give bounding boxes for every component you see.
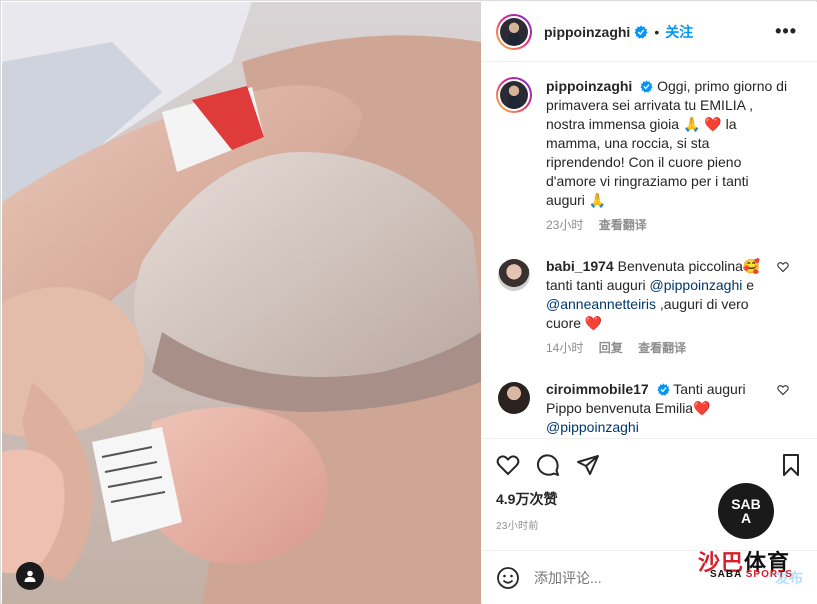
tagged-user-button[interactable]	[16, 562, 44, 590]
header-separator: •	[654, 23, 660, 40]
follow-button[interactable]: 关注	[665, 22, 693, 42]
verified-badge-icon	[656, 383, 670, 396]
comment-bubble-icon	[536, 454, 559, 476]
comment-item: babi_1974 Benvenuta piccolina🥰 tanti tan…	[496, 257, 803, 358]
post-photo[interactable]	[2, 2, 481, 604]
comment-time: 14小时	[546, 341, 584, 355]
caption-username[interactable]: pippoinzaghi	[546, 78, 632, 94]
caption-translate-link[interactable]: 查看翻译	[599, 218, 647, 232]
heart-icon	[496, 455, 520, 476]
user-icon	[24, 570, 36, 582]
verified-badge-icon	[640, 80, 653, 93]
caption-avatar[interactable]	[496, 77, 532, 113]
comment-translate-link[interactable]: 查看翻译	[638, 341, 686, 355]
comment-mention-link[interactable]: @pippoinzaghi	[650, 277, 743, 293]
verified-badge-icon	[634, 24, 648, 39]
commenter-avatar[interactable]	[498, 259, 530, 291]
caption: pippoinzaghi Oggi, primo giorno di prima…	[496, 77, 803, 235]
like-comment-heart-icon[interactable]	[777, 261, 789, 273]
like-comment-heart-icon[interactable]	[777, 384, 789, 396]
watermark-en-text: SABA SPORTS	[710, 569, 793, 580]
caption-time: 23小时	[546, 218, 584, 232]
author-avatar[interactable]	[496, 13, 532, 50]
comments-scroll-area[interactable]: pippoinzaghi Oggi, primo giorno di prima…	[482, 63, 817, 437]
comment-input[interactable]	[534, 569, 714, 586]
like-button[interactable]	[496, 453, 520, 477]
post-dialog: pippoinzaghi • 关注 ••• pippoinzaghi Oggi,…	[0, 0, 817, 604]
smiley-icon	[497, 566, 519, 589]
bookmark-icon	[783, 454, 799, 476]
reply-button[interactable]: 回复	[599, 341, 623, 355]
comment-username[interactable]: ciroimmobile17	[546, 381, 649, 397]
save-button[interactable]	[779, 453, 803, 477]
comment-text: e	[742, 277, 755, 293]
saba-sports-watermark: SABA 沙巴体育 SABA SPORTS	[696, 483, 806, 583]
saba-logo: SABA	[718, 483, 774, 539]
comment-mention-link[interactable]: @pippoinzaghi	[546, 419, 639, 435]
emoji-button[interactable]	[496, 566, 520, 590]
post-header: pippoinzaghi • 关注 •••	[482, 2, 817, 62]
author-username[interactable]: pippoinzaghi	[544, 24, 630, 40]
paper-plane-icon	[577, 455, 599, 475]
caption-text: Oggi, primo giorno di primavera sei arri…	[546, 78, 788, 208]
comment-button[interactable]	[536, 453, 560, 477]
comment-username[interactable]: babi_1974	[546, 258, 614, 274]
share-button[interactable]	[576, 453, 600, 477]
comment-mention-link[interactable]: @anneannetteiris	[546, 296, 656, 312]
more-options-button[interactable]: •••	[775, 22, 797, 40]
photo-illustration	[2, 2, 481, 604]
comment-item: ciroimmobile17 Tanti auguri Pippo benven…	[496, 380, 803, 437]
commenter-avatar[interactable]	[498, 382, 530, 414]
